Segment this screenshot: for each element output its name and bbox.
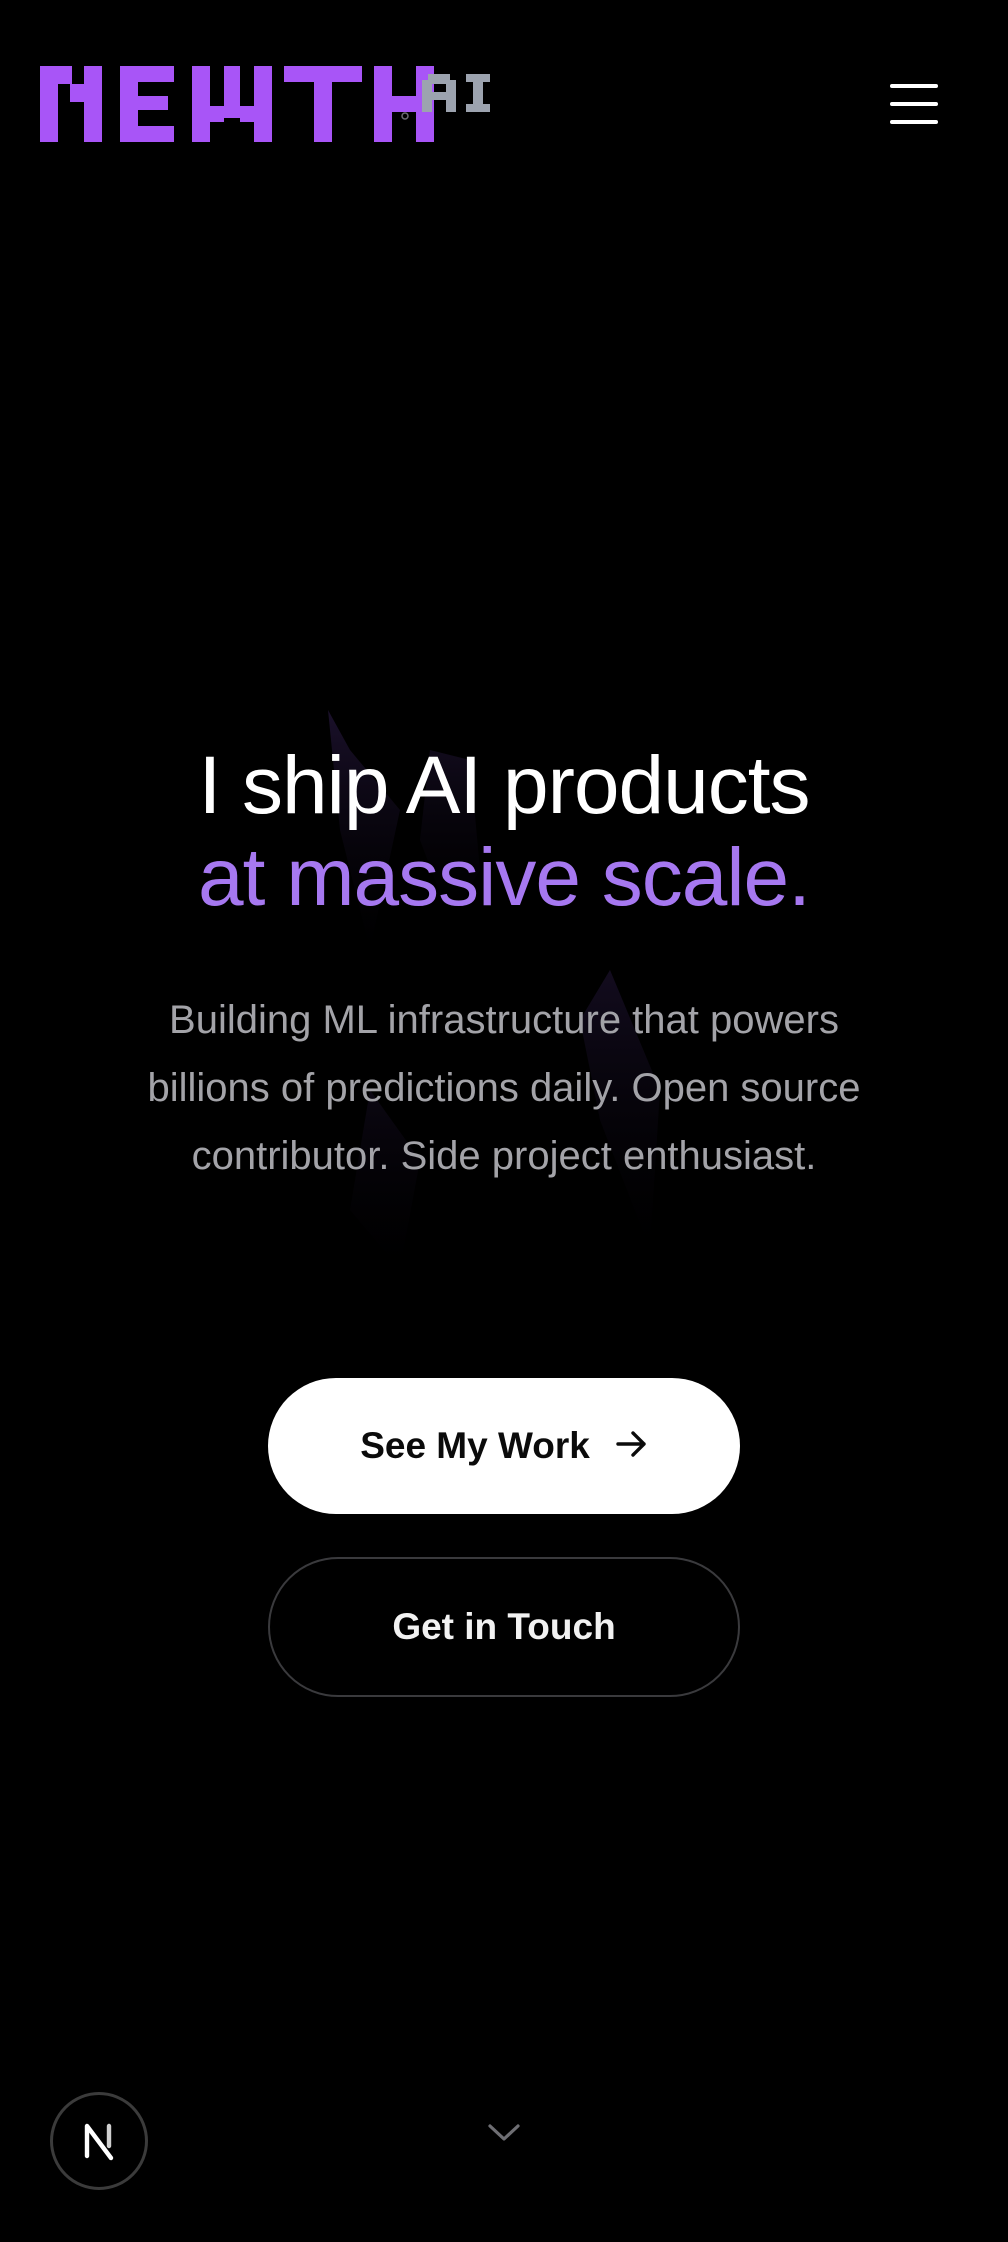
nextjs-n-glyph xyxy=(84,2123,114,2161)
see-my-work-label: See My Work xyxy=(360,1425,590,1466)
logo-ai-suffix-graphic xyxy=(422,74,490,112)
site-logo[interactable] xyxy=(40,62,500,152)
chevron-down-icon[interactable] xyxy=(484,2118,524,2146)
hero-section: I ship AI products at massive scale. Bui… xyxy=(0,740,1008,1190)
site-header xyxy=(0,0,1008,200)
menu-bar-top xyxy=(890,84,938,88)
menu-bar-middle xyxy=(890,102,938,106)
menu-bar-bottom xyxy=(890,120,938,124)
hero-headline: I ship AI products at massive scale. xyxy=(0,740,1008,924)
hamburger-menu-button[interactable] xyxy=(884,78,944,130)
hero-subtitle: Building ML infrastructure that powers b… xyxy=(147,998,861,1178)
headline-line-1: I ship AI products xyxy=(198,740,810,831)
get-in-touch-label: Get in Touch xyxy=(392,1606,616,1647)
get-in-touch-button[interactable]: Get in Touch xyxy=(268,1557,740,1697)
arrow-right-icon xyxy=(616,1425,648,1467)
see-my-work-button[interactable]: See My Work xyxy=(268,1378,740,1514)
nextjs-badge-icon[interactable] xyxy=(50,2092,148,2190)
headline-line-2-accent: at massive scale. xyxy=(198,832,811,923)
